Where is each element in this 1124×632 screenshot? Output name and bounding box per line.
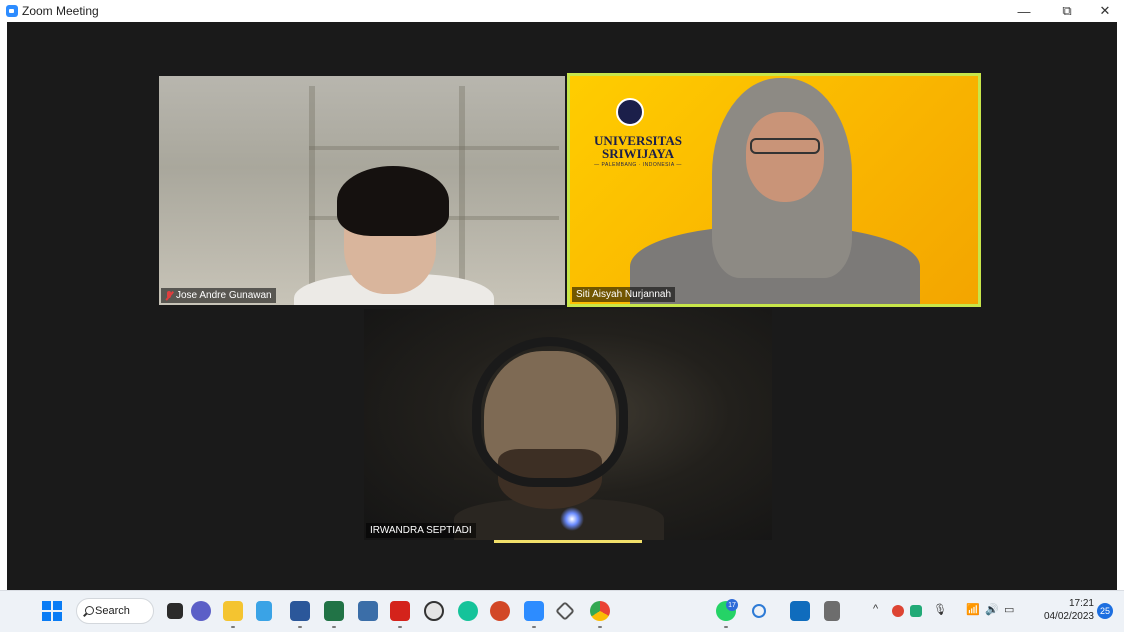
zoom-icon[interactable]	[524, 601, 544, 621]
minimize-button[interactable]: —	[1004, 0, 1044, 22]
wifi-icon[interactable]: 📶	[966, 603, 980, 616]
running-indicator	[532, 626, 536, 628]
search-icon	[85, 606, 94, 615]
participant-name: IRWANDRA SEPTIADI	[370, 525, 472, 536]
active-speaker-indicator	[494, 540, 642, 543]
participant-face	[746, 112, 824, 202]
background-shelf	[309, 146, 559, 150]
window-title: Zoom Meeting	[22, 4, 99, 18]
participant-name-tag: Jose Andre Gunawan	[161, 288, 276, 303]
acrobat-icon[interactable]	[390, 601, 410, 621]
running-indicator	[398, 626, 402, 628]
running-indicator	[231, 626, 235, 628]
close-button[interactable]: ✕	[1085, 0, 1124, 22]
running-indicator	[724, 626, 728, 628]
antivirus-icon[interactable]	[892, 605, 904, 617]
windows-taskbar: Search 17 ^ 🎙 📶 🔊 ▭ 17:21 04/02/2023 25	[0, 590, 1124, 632]
teams-chat-icon[interactable]	[191, 601, 211, 621]
mic-icon[interactable]: 🎙	[933, 603, 947, 616]
windows-start-icon[interactable]	[42, 601, 62, 621]
clock-date: 04/02/2023	[1043, 611, 1094, 622]
participant-hair	[337, 166, 449, 236]
running-indicator	[332, 626, 336, 628]
video-tile-irwandra[interactable]: IRWANDRA SEPTIADI	[364, 309, 772, 540]
zoom-app-icon	[6, 5, 18, 17]
notepad-icon[interactable]	[256, 601, 272, 621]
participant-name: Jose Andre Gunawan	[176, 290, 272, 301]
running-indicator	[598, 626, 602, 628]
chrome-icon[interactable]	[590, 601, 610, 621]
word-icon[interactable]	[290, 601, 310, 621]
notification-badge[interactable]: 25	[1097, 603, 1113, 619]
battery-icon[interactable]: ▭	[1004, 603, 1014, 616]
participant-glasses	[750, 138, 820, 154]
grammarly-icon[interactable]	[458, 601, 478, 621]
restore-button[interactable]: ⧉	[1047, 0, 1087, 22]
video-tile-siti[interactable]: UNIVERSITAS SRIWIJAYA — PALEMBANG · INDO…	[567, 73, 981, 307]
university-logo-icon	[616, 98, 644, 126]
video-tile-jose[interactable]: Jose Andre Gunawan	[159, 76, 565, 305]
search-label: Search	[95, 605, 130, 617]
outlook-icon[interactable]	[790, 601, 810, 621]
speaker-icon[interactable]: 🔊	[985, 603, 999, 616]
window-titlebar: Zoom Meeting — ⧉ ✕	[0, 0, 1124, 22]
clock-time: 17:21	[1068, 598, 1094, 609]
background-line-2: SRIWIJAYA	[601, 146, 674, 161]
excel-icon[interactable]	[324, 601, 344, 621]
file-explorer-icon[interactable]	[223, 601, 243, 621]
taskbar-search[interactable]: Search	[76, 598, 154, 624]
chevron-up-icon[interactable]: ^	[873, 603, 878, 615]
mic-muted-icon	[165, 290, 173, 301]
whatsapp-badge: 17	[726, 599, 738, 611]
running-indicator	[298, 626, 302, 628]
paint-icon[interactable]	[424, 601, 444, 621]
headset-icon	[472, 337, 628, 487]
task-view-icon[interactable]	[167, 603, 183, 619]
sync-icon[interactable]	[910, 605, 922, 617]
pen-icon[interactable]	[555, 601, 575, 621]
blue-light-glare	[560, 507, 584, 531]
settings-icon[interactable]	[824, 601, 840, 621]
participant-name-tag: Siti Aisyah Nurjannah	[572, 287, 676, 302]
participant-name: Siti Aisyah Nurjannah	[576, 289, 672, 300]
background-subtitle: — PALEMBANG · INDONESIA —	[594, 162, 682, 168]
participant-name-tag: IRWANDRA SEPTIADI	[366, 523, 476, 538]
background-shelf	[459, 86, 465, 286]
taskbar-clock[interactable]: 17:21 04/02/2023	[1036, 597, 1094, 623]
snipping-icon[interactable]	[752, 604, 766, 618]
photos-icon[interactable]	[358, 601, 378, 621]
powerpoint-icon[interactable]	[490, 601, 510, 621]
background-shelf	[309, 86, 315, 286]
virtual-background-title: UNIVERSITAS SRIWIJAYA	[592, 134, 684, 160]
